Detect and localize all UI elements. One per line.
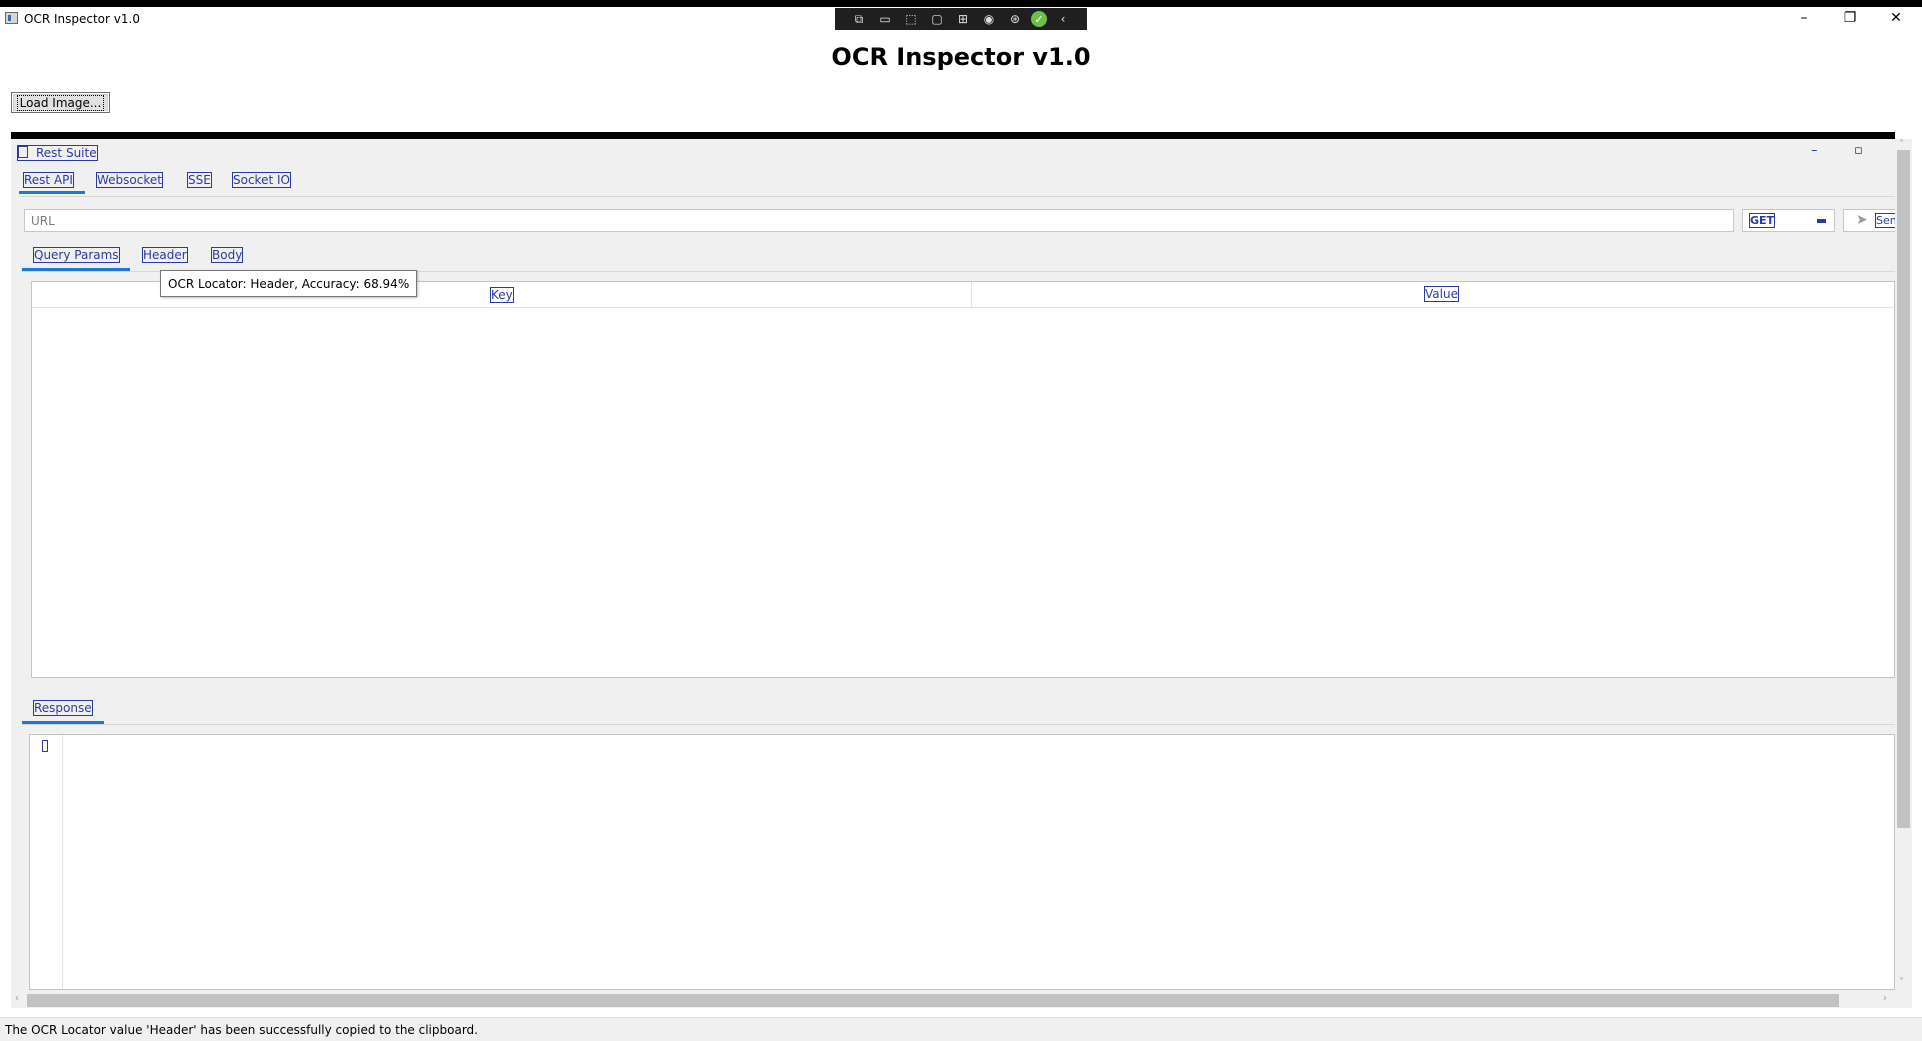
scroll-right-arrow-icon[interactable]: ›	[1883, 993, 1887, 1004]
minimize-button[interactable]: –	[1782, 9, 1826, 27]
response-editor[interactable]	[29, 734, 1895, 990]
window-title: OCR Inspector v1.0	[24, 12, 140, 26]
check-icon[interactable]: ✓	[1031, 11, 1047, 27]
tab-query-params[interactable]: Query Params	[33, 247, 120, 263]
page-title: OCR Inspector v1.0	[831, 43, 1091, 71]
tab-header[interactable]: Header	[142, 247, 188, 263]
tab-divider	[19, 196, 1895, 197]
line-number-gutter	[30, 735, 63, 989]
rest-suite-title-text: Rest Suite	[36, 146, 97, 160]
inner-minimize-button[interactable]: –	[1811, 143, 1818, 158]
column-header-value[interactable]: Value	[1424, 286, 1459, 302]
inner-maximize-button[interactable]: ▫	[1854, 143, 1863, 158]
scroll-left-arrow-icon[interactable]: ‹	[15, 993, 19, 1004]
send-label: Sen	[1875, 213, 1898, 228]
accessibility-icon[interactable]: ⊛	[1005, 10, 1025, 28]
inner-window-top-border	[11, 132, 1895, 139]
inspect-icon[interactable]: ⧉	[849, 10, 869, 28]
column-header-key[interactable]: Key	[490, 287, 514, 303]
load-image-button[interactable]: Load Image...	[11, 92, 110, 113]
suite-icon	[18, 146, 28, 158]
close-button[interactable]: ✕	[1874, 9, 1918, 27]
scroll-down-arrow-icon[interactable]: ˅	[1899, 977, 1904, 988]
method-selected-value: GET	[1748, 213, 1776, 228]
tab-rest-api[interactable]: Rest API	[23, 172, 74, 188]
ocr-tooltip: OCR Locator: Header, Accuracy: 68.94%	[160, 270, 418, 297]
frame-icon[interactable]: ▢	[927, 10, 947, 28]
select-icon[interactable]: ⬚	[901, 10, 921, 28]
app-icon	[5, 12, 18, 24]
floating-toolbar: ⧉ ▭ ⬚ ▢ ⊞ ◉ ⊛ ✓ ‹	[835, 8, 1087, 30]
vertical-scroll-thumb[interactable]	[1897, 150, 1910, 828]
tab-socket-io[interactable]: Socket IO	[232, 172, 291, 188]
eye-icon[interactable]: ◉	[979, 10, 999, 28]
params-grid[interactable]	[31, 281, 1895, 678]
tab-response[interactable]: Response	[33, 700, 93, 716]
load-image-label: Load Image...	[16, 94, 105, 111]
tab-websocket[interactable]: Websocket	[96, 172, 163, 188]
rest-suite-title: Rest Suite	[17, 145, 98, 161]
column-separator[interactable]	[971, 282, 972, 307]
tab-body[interactable]: Body	[210, 247, 244, 263]
response-divider	[22, 724, 1895, 725]
url-input[interactable]: URL	[24, 209, 1734, 232]
send-icon: ➤	[1856, 212, 1868, 228]
scroll-up-arrow-icon[interactable]: ˄	[1899, 139, 1904, 150]
horizontal-scroll-thumb[interactable]	[27, 994, 1839, 1007]
tab-sse[interactable]: SSE	[187, 172, 212, 188]
status-message: The OCR Locator value 'Header' has been …	[5, 1023, 478, 1037]
active-tab-indicator	[19, 191, 85, 194]
tree-icon[interactable]: ⊞	[953, 10, 973, 28]
record-icon[interactable]: ▭	[875, 10, 895, 28]
dropdown-arrow-icon[interactable]	[1817, 219, 1826, 223]
maximize-button[interactable]: ❐	[1828, 9, 1872, 27]
line-number-marker	[42, 740, 48, 752]
collapse-icon[interactable]: ‹	[1053, 10, 1073, 28]
window-top-border	[0, 0, 1922, 7]
